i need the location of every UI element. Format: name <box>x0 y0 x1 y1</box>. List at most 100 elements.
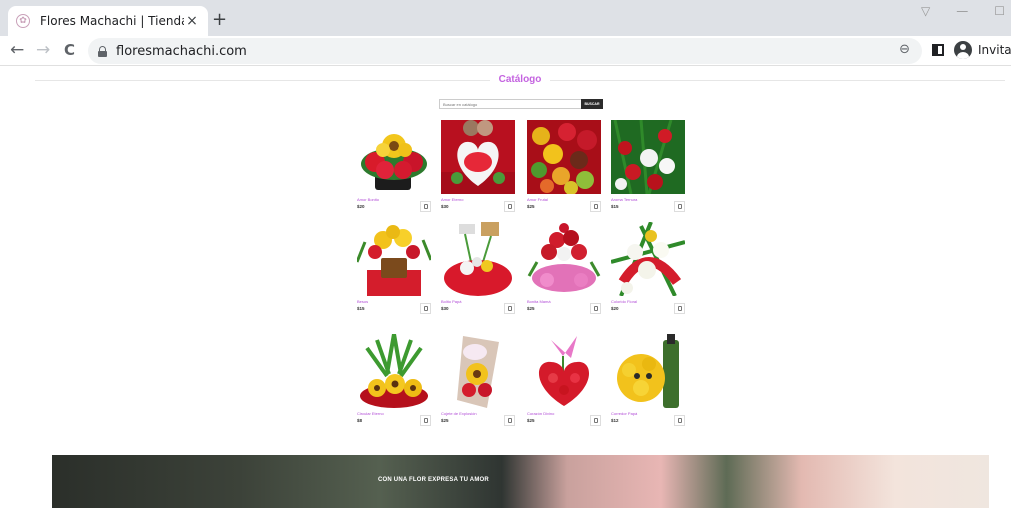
product-price: $20 <box>357 204 365 209</box>
flower-favicon-icon: ✿ <box>16 14 30 28</box>
product-card[interactable]: Corazón Divino $25 <box>527 334 601 429</box>
add-to-cart-button[interactable] <box>674 303 685 314</box>
product-image[interactable] <box>611 334 685 408</box>
product-card[interactable]: Besos $15 <box>357 222 431 317</box>
product-image[interactable] <box>527 222 601 296</box>
product-price: $25 <box>527 418 535 423</box>
product-name[interactable]: Aroma Ternura <box>611 197 637 202</box>
add-to-cart-button[interactable] <box>590 303 601 314</box>
product-name[interactable]: Corredor Papá <box>611 411 637 416</box>
product-card[interactable]: Bonita Mamá $25 <box>527 222 601 317</box>
product-price: $25 <box>527 306 535 311</box>
product-price: $15 <box>357 306 365 311</box>
close-tab-icon[interactable]: × <box>184 13 200 29</box>
product-name[interactable]: Bonita Mamá <box>527 299 551 304</box>
product-image[interactable] <box>611 120 685 194</box>
add-to-cart-button[interactable] <box>590 201 601 212</box>
add-to-cart-button[interactable] <box>674 415 685 426</box>
product-card[interactable]: Amor Eterno $30 <box>441 120 515 215</box>
browser-tab-strip: ✿ Flores Machachi | Tienda Online × + ▽ … <box>0 0 1011 36</box>
product-name[interactable]: Besos <box>357 299 368 304</box>
shopping-bag-icon <box>593 306 598 311</box>
product-price: $12 <box>611 418 619 423</box>
product-card[interactable]: Colorido Floral $20 <box>611 222 685 317</box>
shopping-bag-icon <box>423 306 428 311</box>
product-image[interactable] <box>441 334 515 408</box>
lock-icon[interactable] <box>98 45 107 57</box>
product-price: $15 <box>611 204 619 209</box>
product-price: $30 <box>441 204 449 209</box>
product-image[interactable] <box>611 222 685 296</box>
minimize-icon[interactable]: — <box>956 4 968 18</box>
product-card[interactable]: Circular Eterno $8 <box>357 334 431 429</box>
side-panel-icon[interactable] <box>932 44 944 56</box>
add-to-cart-button[interactable] <box>674 201 685 212</box>
browser-toolbar: ← → C floresmachachi.com ⊖ <box>0 36 1011 66</box>
search-input[interactable] <box>439 99 581 109</box>
maximize-icon[interactable]: ☐ <box>994 4 1005 18</box>
browser-tab[interactable]: ✿ Flores Machachi | Tienda Online × <box>8 6 208 36</box>
shopping-bag-icon <box>507 204 512 209</box>
shopping-bag-icon <box>677 418 682 423</box>
forward-icon[interactable]: → <box>36 40 50 60</box>
shopping-bag-icon <box>677 306 682 311</box>
tab-search-icon[interactable]: ▽ <box>921 4 930 18</box>
shopping-bag-icon <box>423 418 428 423</box>
product-image[interactable] <box>441 222 515 296</box>
product-name[interactable]: Corazón Divino <box>527 411 554 416</box>
add-to-cart-button[interactable] <box>504 303 515 314</box>
product-image[interactable] <box>357 222 431 296</box>
product-card[interactable]: Amor Bonito $20 <box>357 120 431 215</box>
product-name[interactable]: Amor Bonito <box>357 197 379 202</box>
shopping-bag-icon <box>507 306 512 311</box>
divider-left <box>35 80 490 81</box>
product-image[interactable] <box>357 334 431 408</box>
shopping-bag-icon <box>593 418 598 423</box>
product-price: $25 <box>527 204 535 209</box>
add-to-cart-button[interactable] <box>504 201 515 212</box>
product-image[interactable] <box>357 120 431 194</box>
product-name[interactable]: Colorido Floral <box>611 299 637 304</box>
product-card[interactable]: Bolito Papá $30 <box>441 222 515 317</box>
divider-right <box>550 80 1005 81</box>
avatar <box>954 41 972 59</box>
catalog-title: Catálogo <box>498 74 542 85</box>
product-card[interactable]: Corredor Papá $12 <box>611 334 685 429</box>
shopping-bag-icon <box>423 204 428 209</box>
product-image[interactable] <box>527 120 601 194</box>
back-icon[interactable]: ← <box>10 40 24 60</box>
search-button[interactable]: BUSCAR <box>581 99 603 109</box>
add-to-cart-button[interactable] <box>504 415 515 426</box>
product-name[interactable]: Circular Eterno <box>357 411 384 416</box>
product-image[interactable] <box>527 334 601 408</box>
window-controls: ▽ — ☐ <box>921 4 1005 18</box>
product-price: $8 <box>357 418 363 423</box>
profile-label: Invitado <box>978 43 1011 57</box>
product-price: $30 <box>441 306 449 311</box>
add-to-cart-button[interactable] <box>420 415 431 426</box>
product-image[interactable] <box>441 120 515 194</box>
zoom-out-icon[interactable]: ⊖ <box>899 42 910 57</box>
product-name[interactable]: Bolito Papá <box>441 299 461 304</box>
shopping-bag-icon <box>677 204 682 209</box>
address-bar[interactable]: floresmachachi.com ⊖ <box>88 38 922 64</box>
add-to-cart-button[interactable] <box>420 201 431 212</box>
profile-button[interactable]: Invitado <box>954 41 1011 59</box>
product-name[interactable]: Amor Frutal <box>527 197 548 202</box>
catalog-search: BUSCAR <box>439 99 603 109</box>
product-card[interactable]: Aroma Ternura $15 <box>611 120 685 215</box>
product-card[interactable]: Cojete de Explosión $25 <box>441 334 515 429</box>
page-content: Catálogo BUSCAR Amor Bonito $20 Amor Ete… <box>0 67 1011 508</box>
product-card[interactable]: Amor Frutal $25 <box>527 120 601 215</box>
shopping-bag-icon <box>593 204 598 209</box>
add-to-cart-button[interactable] <box>420 303 431 314</box>
add-to-cart-button[interactable] <box>590 415 601 426</box>
tab-title: Flores Machachi | Tienda Online <box>40 14 184 28</box>
shopping-bag-icon <box>507 418 512 423</box>
new-tab-icon[interactable]: + <box>212 11 227 29</box>
url-text[interactable]: floresmachachi.com <box>116 44 247 59</box>
reload-icon[interactable]: C <box>64 40 75 60</box>
hero-banner: CON UNA FLOR EXPRESA TU AMOR <box>52 455 989 508</box>
product-name[interactable]: Cojete de Explosión <box>441 411 477 416</box>
product-name[interactable]: Amor Eterno <box>441 197 463 202</box>
